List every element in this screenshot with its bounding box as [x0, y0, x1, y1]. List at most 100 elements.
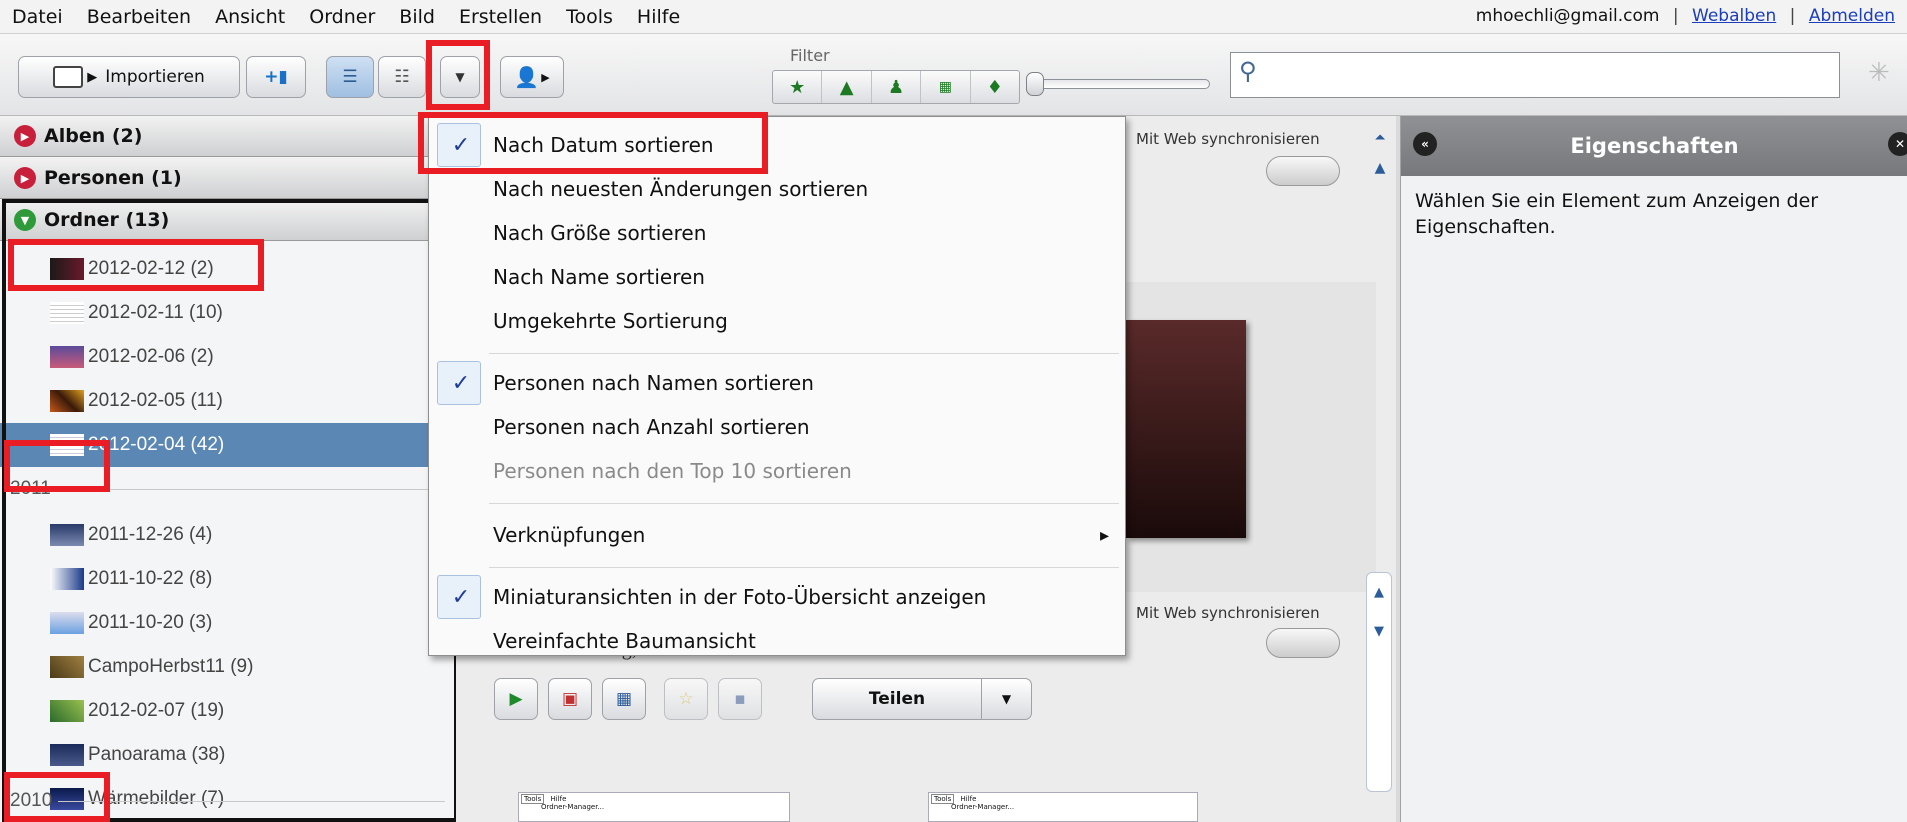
folder-row[interactable]: CampoHerbst11 (9) [0, 645, 455, 689]
section-alben[interactable]: ▶ Alben (2) [0, 116, 455, 157]
scroll-top-icon[interactable]: ⏶ [1368, 130, 1392, 154]
menu-item-reverse-sort[interactable]: Umgekehrte Sortierung [429, 299, 1127, 343]
menu-item-people-by-count[interactable]: Personen nach Anzahl sortieren [429, 405, 1127, 449]
menu-tools[interactable]: Tools [554, 6, 625, 28]
folder-row[interactable]: Panoarama (38) [0, 733, 455, 777]
menu-item-people-by-name[interactable]: ✓ Personen nach Namen sortieren [429, 361, 1127, 405]
vertical-scrollbar[interactable]: ▲ ▼ [1366, 572, 1392, 792]
folder-thumbnail [50, 524, 84, 546]
folder-label: 2012-02-11 (10) [88, 302, 223, 323]
account-email: mhoechli@gmail.com [1475, 6, 1660, 26]
filter-upload-button[interactable]: ▲ [822, 71, 872, 103]
folder-row[interactable]: 2012-02-06 (2) [0, 335, 455, 379]
section-personen[interactable]: ▶ Personen (1) [0, 158, 455, 199]
menu-hilfe[interactable]: Hilfe [625, 6, 692, 28]
person-upload-button[interactable]: 👤 ▶ [500, 56, 564, 98]
pin-icon: ♦ [986, 76, 1003, 98]
menu-item-simple-tree[interactable]: Vereinfachte Baumansicht [429, 619, 1127, 663]
folder-thumbnail [50, 612, 84, 634]
properties-header: « Eigenschaften ✕ [1401, 116, 1907, 176]
filter-person-button[interactable]: ♟ [872, 71, 922, 103]
menu-item-sort-by-name[interactable]: Nach Name sortieren [429, 255, 1127, 299]
folder-thumbnail [50, 258, 84, 280]
folder-row[interactable]: 2011-10-20 (3) [0, 601, 455, 645]
search-input[interactable]: ⚲ [1230, 52, 1840, 98]
section-ordner[interactable]: ▼ Ordner (13) [0, 200, 455, 241]
scroll-up-icon[interactable]: ▲ [1368, 160, 1392, 184]
section-personen-label: Personen (1) [44, 167, 182, 189]
menu-ansicht[interactable]: Ansicht [203, 6, 297, 28]
menu-item-shortcuts[interactable]: Verknüpfungen ▸ [429, 513, 1127, 557]
play-arrow-icon: ▶ [87, 69, 98, 85]
account-separator-2: | [1789, 6, 1796, 26]
folder-thumbnail [50, 390, 84, 412]
filter-video-button[interactable]: ▦ [921, 71, 971, 103]
photo-thumbnail[interactable]: Tools Hilfe Ordner-Manager... [518, 792, 790, 822]
divider-line [56, 488, 445, 490]
share-button[interactable]: Teilen ▼ [812, 678, 1032, 720]
arrow-up-icon: ▲ [839, 76, 854, 98]
menu-item-label: Personen nach den Top 10 sortieren [493, 459, 852, 483]
account-bar: mhoechli@gmail.com | Webalben | Abmelden [1476, 6, 1895, 26]
sync-toggle[interactable] [1266, 156, 1340, 186]
menu-item-label: Nach Größe sortieren [493, 221, 707, 245]
folder-label: 2012-02-12 (2) [88, 258, 214, 279]
tree-view-button[interactable]: ☷ [378, 56, 426, 98]
menu-bearbeiten[interactable]: Bearbeiten [75, 6, 203, 28]
collage-button[interactable]: ▣ [548, 678, 592, 720]
abmelden-link[interactable]: Abmelden [1809, 6, 1895, 26]
menu-item-show-thumbnails[interactable]: ✓ Miniaturansichten in der Foto-Übersich… [429, 575, 1127, 619]
folder-row[interactable]: 2011-12-26 (4) [0, 513, 455, 557]
scroll-up-icon[interactable]: ▲ [1367, 585, 1391, 600]
properties-title: Eigenschaften [1570, 134, 1739, 158]
new-album-button[interactable]: +▮ [246, 56, 306, 98]
filter-slider-knob[interactable] [1026, 72, 1044, 96]
menu-separator [489, 503, 1119, 504]
slideshow-button[interactable]: ▶ [494, 678, 538, 720]
sync-label: Mit Web synchronisieren [1136, 130, 1320, 148]
webalben-link[interactable]: Webalben [1692, 6, 1776, 26]
save-button[interactable]: ▪ [718, 678, 762, 720]
folder-row[interactable]: 2011-10-22 (8) [0, 557, 455, 601]
year-divider-2011: 2011 [0, 469, 455, 509]
section-ordner-label: Ordner (13) [44, 209, 170, 231]
folder-row[interactable]: 2012-02-05 (11) [0, 379, 455, 423]
folder-label: 2012-02-04 (42) [88, 434, 225, 455]
scroll-down-icon[interactable]: ▼ [1367, 624, 1391, 639]
filter-star-button[interactable]: ★ [773, 71, 823, 103]
star-button[interactable]: ☆ [664, 678, 708, 720]
menu-bild[interactable]: Bild [387, 6, 447, 28]
sort-dropdown-menu: ✓ Nach Datum sortieren Nach neuesten Änd… [428, 116, 1126, 656]
filter-slider[interactable] [1030, 79, 1210, 89]
menu-item-sort-by-changes[interactable]: Nach neuesten Änderungen sortieren [429, 167, 1127, 211]
folder-label: 2012-02-05 (11) [88, 390, 223, 411]
close-icon[interactable]: ✕ [1888, 132, 1907, 156]
filter-location-button[interactable]: ♦ [971, 71, 1019, 103]
sync-toggle[interactable] [1266, 628, 1340, 658]
folder-row[interactable]: 2012-02-07 (19) [0, 689, 455, 733]
import-button-label: Importieren [105, 67, 205, 87]
movie-button[interactable]: ▦ [602, 678, 646, 720]
menu-item-label: Nach neuesten Änderungen sortieren [493, 177, 869, 201]
import-button[interactable]: ▶ Importieren [18, 56, 240, 98]
checkmark-icon: ✓ [451, 584, 471, 610]
menu-item-sort-by-date[interactable]: ✓ Nach Datum sortieren [429, 123, 1127, 167]
collapse-left-icon[interactable]: « [1413, 132, 1437, 156]
menu-erstellen[interactable]: Erstellen [447, 6, 554, 28]
folder-thumbnail [50, 744, 84, 766]
menu-separator [489, 567, 1119, 568]
menu-datei[interactable]: Datei [0, 6, 75, 28]
menu-item-label: Personen nach Namen sortieren [493, 371, 814, 395]
photo-thumbnail[interactable]: Tools Hilfe Ordner-Manager... [928, 792, 1198, 822]
sort-options-button[interactable]: ▼ [440, 56, 480, 98]
folder-row[interactable]: 2012-02-12 (2) [0, 247, 455, 291]
folder-row-selected[interactable]: 2012-02-04 (42) [0, 423, 455, 467]
photo-thumbnail[interactable] [1126, 320, 1246, 538]
person-icon: ♟ [887, 76, 905, 98]
menu-ordner[interactable]: Ordner [297, 6, 387, 28]
menu-item-sort-by-size[interactable]: Nach Größe sortieren [429, 211, 1127, 255]
menu-item-label: Nach Name sortieren [493, 265, 705, 289]
menu-item-label: Vereinfachte Baumansicht [493, 629, 756, 653]
folder-row[interactable]: 2012-02-11 (10) [0, 291, 455, 335]
list-view-button[interactable]: ☰ [326, 56, 374, 98]
